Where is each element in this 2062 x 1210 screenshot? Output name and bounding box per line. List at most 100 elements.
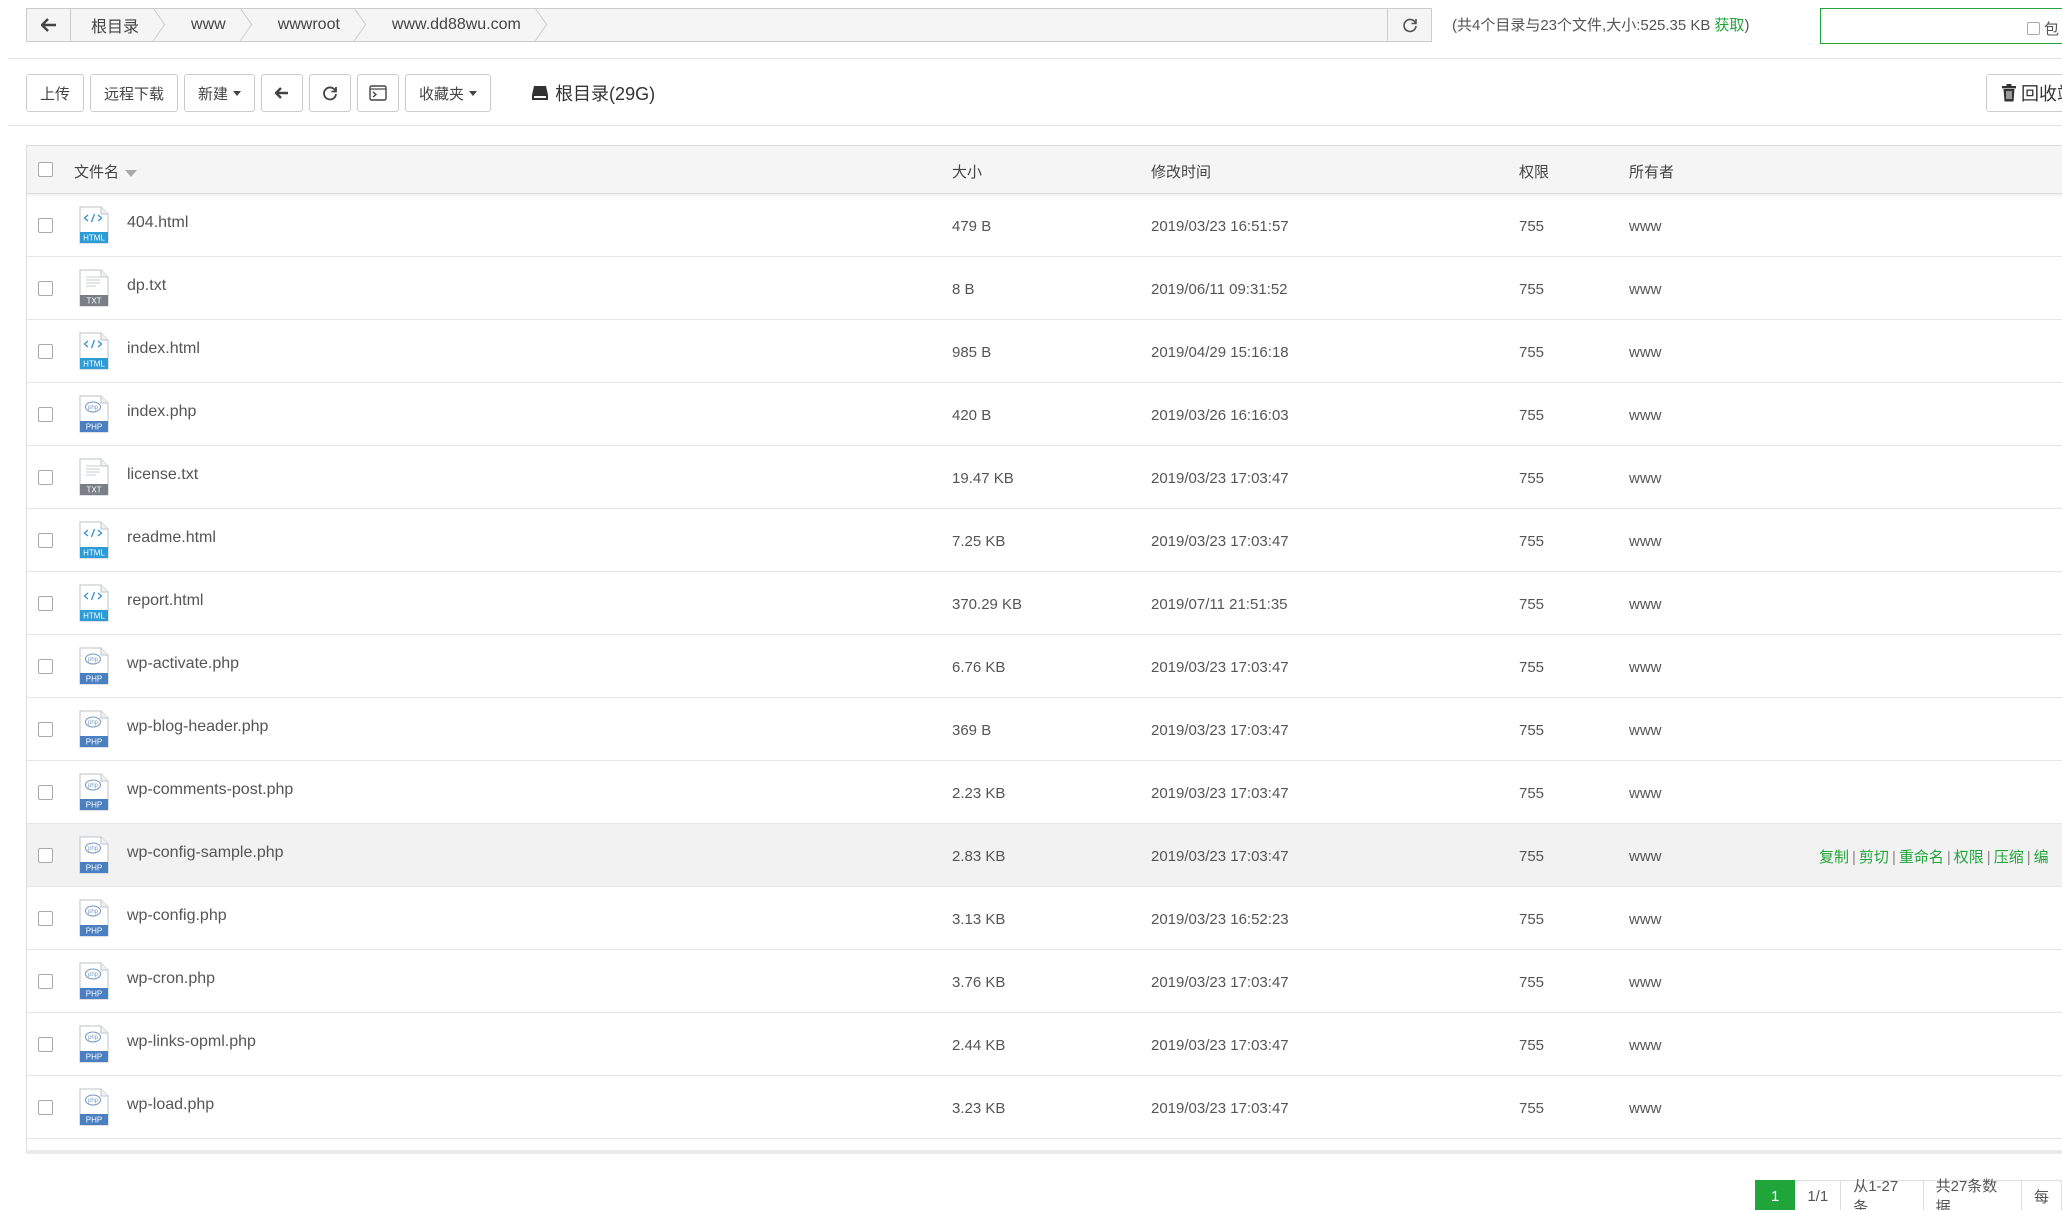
file-name-link[interactable]: dp.txt [127,277,166,295]
row-checkbox[interactable] [38,407,53,422]
terminal-button[interactable] [357,74,400,112]
file-perm[interactable]: 755 [1519,533,1544,550]
breadcrumb-item[interactable]: 根目录 [71,9,167,41]
table-row[interactable]: php PHP wp-links-opml.php 2.44 KB 2019/03/23… [27,1013,2062,1076]
row-checkbox[interactable] [38,848,53,863]
back-arrow-icon[interactable] [27,9,71,41]
go-back-button[interactable] [261,74,304,112]
fetch-size-link[interactable]: 获取 [1714,17,1744,34]
compress-action[interactable]: 压缩 [1994,849,2024,866]
table-row[interactable]: php PHP wp-config-sample.php 2.83 KB 2019/03… [27,824,2062,887]
breadcrumb-item[interactable]: www [167,9,254,41]
row-checkbox[interactable] [38,974,53,989]
table-scrollbar[interactable] [26,1150,2062,1154]
file-owner[interactable]: www [1629,596,1662,613]
row-checkbox[interactable] [38,659,53,674]
file-owner[interactable]: www [1629,470,1662,487]
table-row[interactable]: HTML report.html 370.29 KB 2019/07/11 21:51… [27,572,2062,635]
refresh-button[interactable] [309,74,352,112]
file-perm[interactable]: 755 [1519,218,1544,235]
new-dropdown-button[interactable]: 新建 [184,74,256,112]
column-perm-header[interactable]: 权限 [1519,161,1549,182]
file-name-link[interactable]: index.html [127,340,200,358]
file-owner[interactable]: www [1629,911,1662,928]
perm-action[interactable]: 权限 [1954,849,1984,866]
row-checkbox[interactable] [38,785,53,800]
table-row[interactable]: php PHP wp-cron.php 3.76 KB 2019/03/23 17:03… [27,950,2062,1013]
refresh-path-icon[interactable] [1387,9,1431,41]
include-subdir-checkbox[interactable]: 包 [2027,18,2059,39]
file-name-link[interactable]: wp-comments-post.php [127,781,293,799]
file-name-link[interactable]: wp-activate.php [127,655,239,673]
file-owner[interactable]: www [1629,659,1662,676]
row-checkbox[interactable] [38,1037,53,1052]
file-name-link[interactable]: index.php [127,403,196,421]
row-checkbox[interactable] [38,1100,53,1115]
file-name-link[interactable]: wp-load.php [127,1096,214,1114]
row-checkbox[interactable] [38,281,53,296]
copy-action[interactable]: 复制 [1819,849,1849,866]
table-row[interactable]: php PHP wp-load.php 3.23 KB 2019/03/23 17:03… [27,1076,2062,1139]
file-perm[interactable]: 755 [1519,848,1544,865]
file-owner[interactable]: www [1629,848,1662,865]
upload-button[interactable]: 上传 [26,74,85,112]
file-perm[interactable]: 755 [1519,407,1544,424]
file-name-link[interactable]: wp-config.php [127,907,227,925]
table-row[interactable]: php PHP wp-blog-header.php 369 B 2019/03/23 … [27,698,2062,761]
row-checkbox[interactable] [38,722,53,737]
file-perm[interactable]: 755 [1519,344,1544,361]
file-owner[interactable]: www [1629,533,1662,550]
file-perm[interactable]: 755 [1519,470,1544,487]
table-row[interactable]: HTML readme.html 7.25 KB 2019/03/23 17:03:4… [27,509,2062,572]
file-perm[interactable]: 755 [1519,1100,1544,1117]
file-perm[interactable]: 755 [1519,911,1544,928]
page-current[interactable]: 1 [1755,1180,1796,1210]
cut-action[interactable]: 剪切 [1859,849,1889,866]
table-row[interactable]: TXT license.txt 19.47 KB 2019/03/23 17:03:4… [27,446,2062,509]
search-input[interactable]: 包 [1820,8,2062,44]
column-owner-header[interactable]: 所有者 [1629,161,1674,182]
table-row[interactable]: TXT dp.txt 8 B 2019/06/11 09:31:52 755 www [27,257,2062,320]
file-owner[interactable]: www [1629,1037,1662,1054]
breadcrumb-item[interactable]: wwwroot [254,9,368,41]
favorites-dropdown-button[interactable]: 收藏夹 [405,74,492,112]
file-name-link[interactable]: 404.html [127,214,188,232]
column-name-header[interactable]: 文件名 [74,161,138,182]
file-owner[interactable]: www [1629,722,1662,739]
file-owner[interactable]: www [1629,974,1662,991]
row-checkbox[interactable] [38,533,53,548]
file-name-link[interactable]: readme.html [127,529,216,547]
table-row[interactable]: HTML 404.html 479 B 2019/03/23 16:51:57 755 w… [27,194,2062,257]
file-perm[interactable]: 755 [1519,785,1544,802]
page-size-select[interactable]: 每 [2021,1180,2062,1210]
table-row[interactable]: php PHP wp-activate.php 6.76 KB 2019/03/23 1… [27,635,2062,698]
include-subdir-box[interactable] [2027,22,2040,35]
file-owner[interactable]: www [1629,407,1662,424]
file-name-link[interactable]: wp-cron.php [127,970,215,988]
row-checkbox[interactable] [38,596,53,611]
file-perm[interactable]: 755 [1519,596,1544,613]
file-perm[interactable]: 755 [1519,722,1544,739]
file-owner[interactable]: www [1629,344,1662,361]
file-name-link[interactable]: wp-config-sample.php [127,844,284,862]
file-perm[interactable]: 755 [1519,974,1544,991]
recycle-bin-button[interactable]: 回收站 [1986,74,2062,112]
column-size-header[interactable]: 大小 [952,161,982,182]
file-owner[interactable]: www [1629,785,1662,802]
row-checkbox[interactable] [38,218,53,233]
file-perm[interactable]: 755 [1519,281,1544,298]
file-owner[interactable]: www [1629,281,1662,298]
table-row[interactable]: php PHP wp-comments-post.php 2.23 KB 2019/03… [27,761,2062,824]
row-checkbox[interactable] [38,911,53,926]
table-row[interactable]: php PHP index.php 420 B 2019/03/26 16:16:03 7… [27,383,2062,446]
file-perm[interactable]: 755 [1519,1037,1544,1054]
file-name-link[interactable]: report.html [127,592,203,610]
select-all-checkbox[interactable] [38,162,53,177]
file-owner[interactable]: www [1629,218,1662,235]
file-name-link[interactable]: wp-links-opml.php [127,1033,256,1051]
row-checkbox[interactable] [38,470,53,485]
remote-download-button[interactable]: 远程下载 [90,74,179,112]
table-row[interactable]: HTML index.html 985 B 2019/04/29 15:16:18 75… [27,320,2062,383]
rename-action[interactable]: 重命名 [1899,849,1944,866]
row-checkbox[interactable] [38,344,53,359]
